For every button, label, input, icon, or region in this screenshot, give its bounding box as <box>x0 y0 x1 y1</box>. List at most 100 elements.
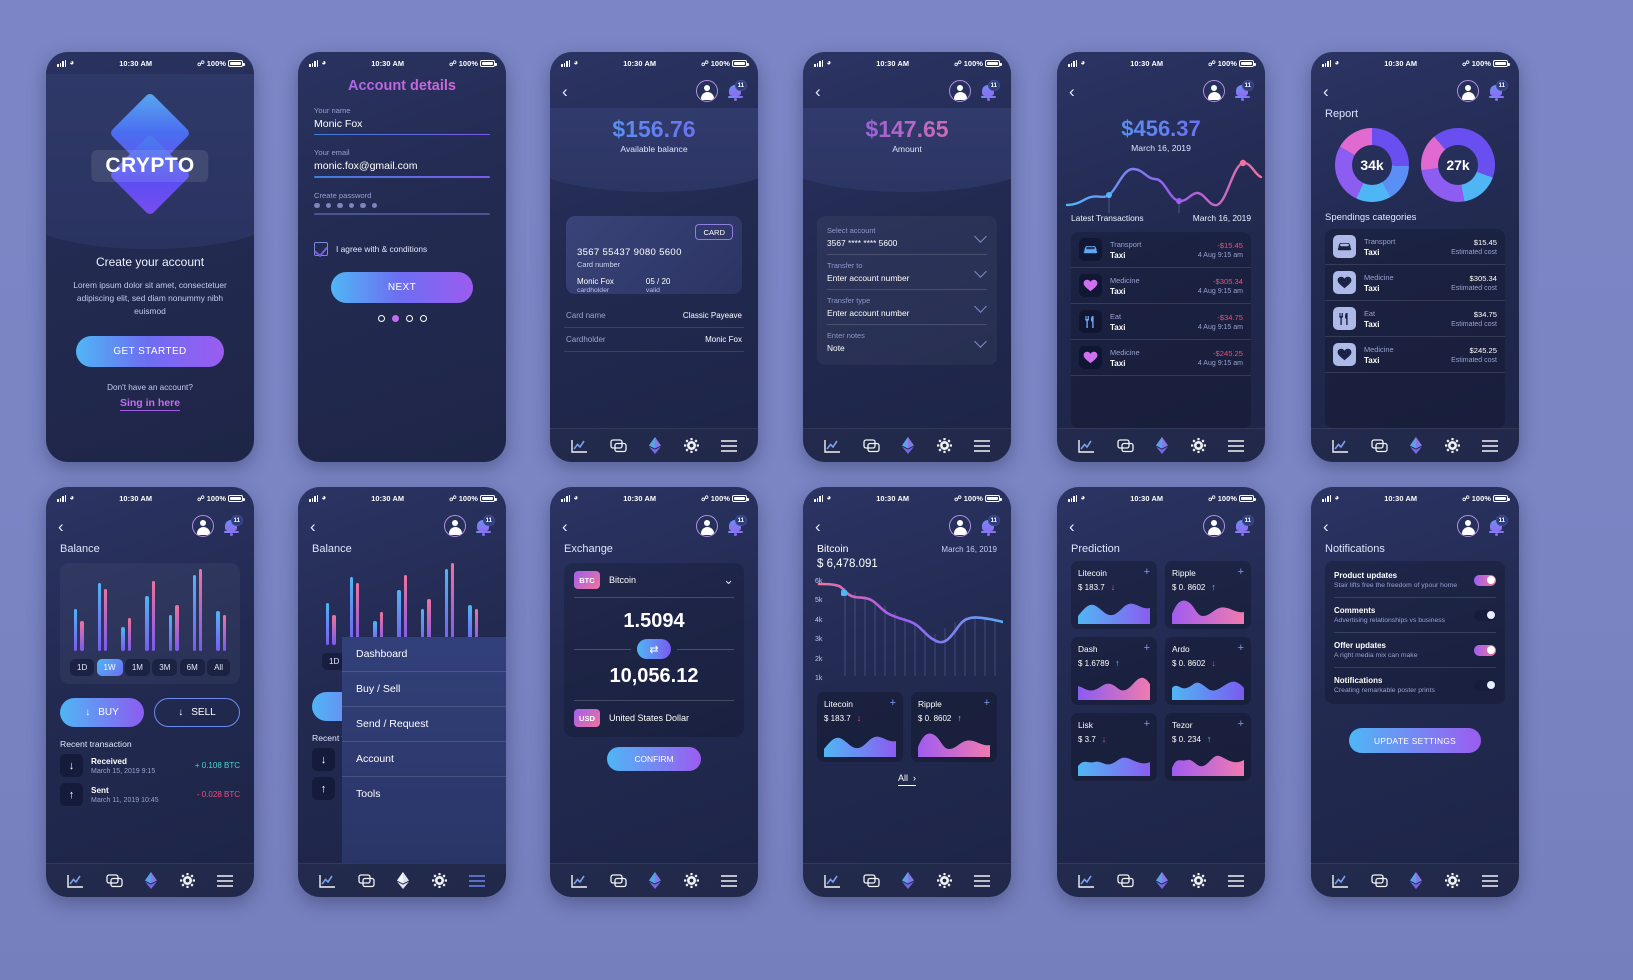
add-icon[interactable]: + <box>1238 719 1244 730</box>
spendings-list[interactable]: Transport Taxi $15.45 Estimated cost Medic… <box>1325 229 1505 428</box>
range-1m[interactable]: 1M <box>124 659 150 676</box>
avatar[interactable] <box>696 515 718 537</box>
chart-line-icon[interactable] <box>1332 874 1349 888</box>
notifications-bell-icon[interactable]: 11 <box>222 515 243 537</box>
add-icon[interactable]: + <box>984 698 990 709</box>
menu-icon[interactable] <box>974 874 991 887</box>
password-field[interactable]: Create password <box>314 191 490 215</box>
cards-icon[interactable] <box>863 438 880 453</box>
gear-icon[interactable] <box>937 438 953 453</box>
notes-row[interactable]: Enter notes Note <box>827 325 987 359</box>
bottom-nav[interactable] <box>1311 863 1519 897</box>
gear-icon[interactable] <box>1445 438 1461 453</box>
back-button[interactable]: ‹ <box>1323 518 1329 535</box>
cards-icon[interactable] <box>610 873 627 888</box>
back-button[interactable]: ‹ <box>1323 83 1329 100</box>
notifications-bell-icon[interactable]: 11 <box>1487 515 1508 537</box>
notifications-bell-icon[interactable]: 11 <box>726 80 747 102</box>
notifications-bell-icon[interactable]: 11 <box>1487 80 1508 102</box>
range-selector[interactable]: 1D 1W 1M 3M 6M All <box>70 659 230 676</box>
cards-icon[interactable] <box>106 873 123 888</box>
from-currency-row[interactable]: BTC Bitcoin ⌄ <box>574 571 734 589</box>
add-icon[interactable]: + <box>1144 567 1150 578</box>
add-icon[interactable]: + <box>1144 643 1150 654</box>
chart-line-icon[interactable] <box>67 874 84 888</box>
menu-icon[interactable] <box>217 874 234 887</box>
credit-card[interactable]: CARD 3567 55437 9080 5600 Card number Mo… <box>566 216 742 294</box>
back-button[interactable]: ‹ <box>562 83 568 100</box>
select-account-row[interactable]: Select account 3567 **** **** 5600 <box>827 220 987 255</box>
coin-card[interactable]: Litecoin + $ 183.7 ↓ <box>1071 561 1157 629</box>
table-row[interactable]: Transport Taxi $15.45 Estimated cost <box>1325 229 1505 265</box>
bottom-nav[interactable] <box>550 428 758 462</box>
ethereum-icon[interactable] <box>1155 872 1169 889</box>
side-menu[interactable]: Dashboard Buy / Sell Send / Request Acco… <box>342 637 506 863</box>
notifications-bell-icon[interactable]: 11 <box>979 80 1000 102</box>
menu-icon[interactable] <box>721 439 738 452</box>
avatar[interactable] <box>949 80 971 102</box>
cards-icon[interactable] <box>610 438 627 453</box>
terms-checkbox-row[interactable]: I agree with & conditions <box>314 241 490 256</box>
ethereum-icon[interactable] <box>901 872 915 889</box>
menu-item-send-request[interactable]: Send / Request <box>342 707 506 742</box>
gear-icon[interactable] <box>1191 873 1207 888</box>
table-row[interactable]: Eat Taxi $34.75 Estimated cost <box>1325 301 1505 337</box>
coin-card[interactable]: Dash + $ 1.6789 ↑ <box>1071 637 1157 705</box>
cards-icon[interactable] <box>1117 438 1134 453</box>
transactions-list[interactable]: Transport Taxi -$15.45 4 Aug 9:15 am Medic… <box>1071 232 1251 428</box>
confirm-button[interactable]: CONFIRM <box>607 747 701 771</box>
chart-line-icon[interactable] <box>824 874 841 888</box>
gear-icon[interactable] <box>684 873 700 888</box>
bottom-nav[interactable] <box>803 863 1011 897</box>
table-row[interactable]: Medicine Taxi $305.34 Estimated cost <box>1325 265 1505 301</box>
menu-icon[interactable] <box>1482 439 1499 452</box>
menu-item-dashboard[interactable]: Dashboard <box>342 637 506 672</box>
buy-button[interactable]: ↓ BUY <box>60 698 144 727</box>
back-button[interactable]: ‹ <box>58 518 64 535</box>
back-button[interactable]: ‹ <box>815 518 821 535</box>
transfer-to-row[interactable]: Transfer to Enter account number <box>827 255 987 290</box>
range-6m[interactable]: 6M <box>179 659 205 676</box>
avatar[interactable] <box>1203 515 1225 537</box>
cards-icon[interactable] <box>358 873 375 888</box>
ethereum-icon[interactable] <box>144 872 158 889</box>
back-button[interactable]: ‹ <box>815 83 821 100</box>
avatar[interactable] <box>1203 80 1225 102</box>
gear-icon[interactable] <box>1445 873 1461 888</box>
chart-line-icon[interactable] <box>571 439 588 453</box>
avatar[interactable] <box>1457 80 1479 102</box>
ethereum-icon[interactable] <box>648 872 662 889</box>
range-3m[interactable]: 3M <box>152 659 178 676</box>
chart-line-icon[interactable] <box>1332 439 1349 453</box>
back-button[interactable]: ‹ <box>1069 518 1075 535</box>
bottom-nav[interactable] <box>46 863 254 897</box>
toggle-comments[interactable] <box>1474 609 1496 621</box>
ethereum-icon[interactable] <box>1409 437 1423 454</box>
list-item[interactable]: ↑ Sent March 11, 2019 10:45 - 0.028 BTC <box>60 783 240 806</box>
next-button[interactable]: NEXT <box>331 271 473 303</box>
gear-icon[interactable] <box>1191 438 1207 453</box>
coin-card[interactable]: Ripple + $ 0. 8602 ↑ <box>911 692 997 762</box>
swap-button[interactable]: ⇄ <box>637 639 671 659</box>
table-row[interactable]: Transport Taxi -$15.45 4 Aug 9:15 am <box>1071 232 1251 268</box>
coin-card[interactable]: Tezor + $ 0. 234 ↑ <box>1165 713 1251 781</box>
transfer-type-row[interactable]: Transfer type Enter account number <box>827 290 987 325</box>
sell-button[interactable]: ↓ SELL <box>154 698 240 727</box>
menu-icon[interactable] <box>974 439 991 452</box>
range-all[interactable]: All <box>207 659 230 676</box>
ethereum-icon[interactable] <box>648 437 662 454</box>
chevron-down-icon[interactable]: ⌄ <box>723 572 734 588</box>
check-icon[interactable] <box>314 241 328 256</box>
chart-line-icon[interactable] <box>571 874 588 888</box>
avatar[interactable] <box>1457 515 1479 537</box>
menu-icon[interactable] <box>1228 874 1245 887</box>
coin-card[interactable]: Lisk + $ 3.7 ↓ <box>1071 713 1157 781</box>
avatar[interactable] <box>192 515 214 537</box>
chart-line-icon[interactable] <box>319 874 336 888</box>
gear-icon[interactable] <box>432 873 448 888</box>
list-item[interactable]: Offer updates A right media mix can make <box>1334 633 1496 668</box>
toggle-notifications[interactable] <box>1474 679 1496 691</box>
notifications-bell-icon[interactable]: 11 <box>1233 80 1254 102</box>
coin-card[interactable]: Ripple + $ 0. 8602 ↑ <box>1165 561 1251 629</box>
gear-icon[interactable] <box>684 438 700 453</box>
